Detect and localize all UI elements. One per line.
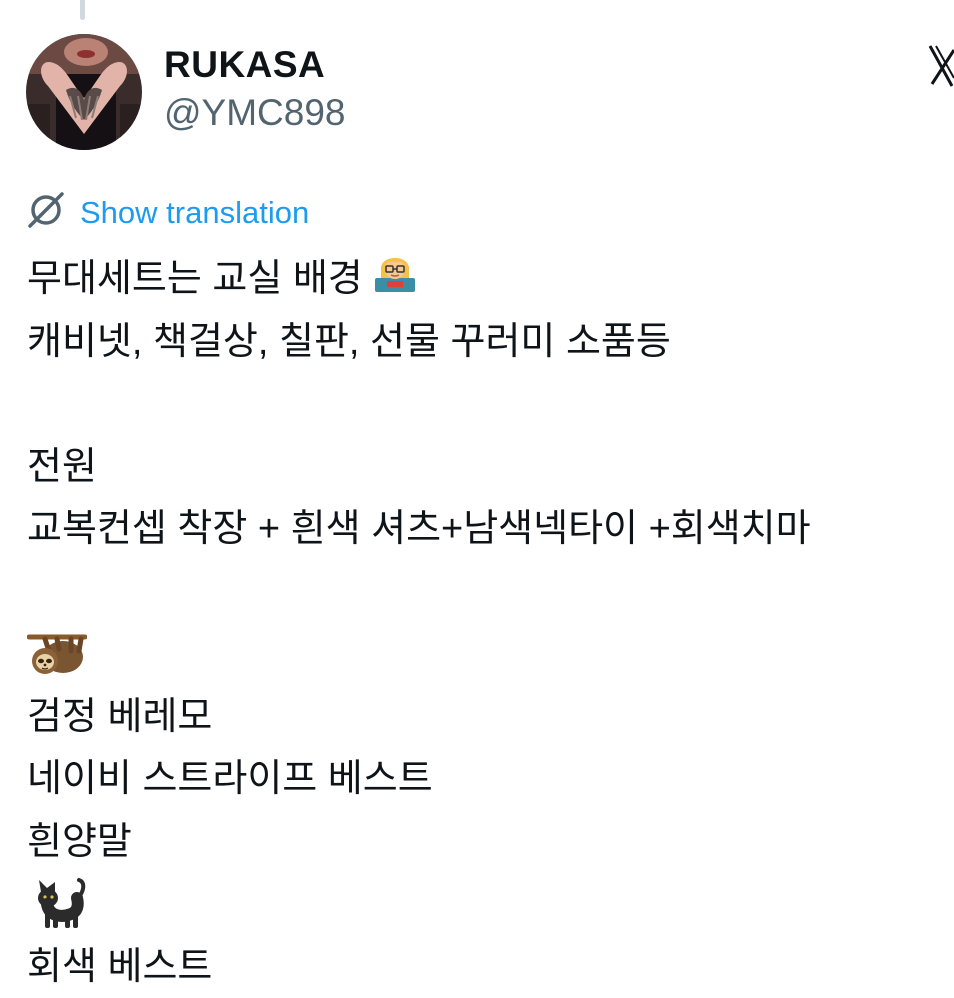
tweet-line: 검정 베레모 bbox=[27, 686, 942, 749]
black-cat-emoji-icon bbox=[27, 878, 87, 930]
tweet-line-blank bbox=[27, 561, 942, 624]
author-handle[interactable]: @YMC898 bbox=[164, 91, 346, 135]
tweet-line bbox=[27, 623, 942, 686]
tweet-line bbox=[27, 873, 942, 936]
author-display-name[interactable]: RUKASA bbox=[164, 43, 346, 87]
sloth-emoji-icon bbox=[27, 629, 87, 679]
tweet-line: 교복컨셉 착장 + 흰색 셔츠+남색넥타이 +회색치마 bbox=[27, 498, 942, 561]
tweet-line: 캐비넷, 책걸상, 칠판, 선물 꾸러미 소품등 bbox=[27, 311, 942, 374]
tweet-line-text: 교복컨셉 착장 + 흰색 셔츠+남색넥타이 +회색치마 bbox=[27, 498, 811, 561]
avatar[interactable] bbox=[26, 34, 142, 150]
thread-connector-line bbox=[80, 0, 85, 20]
tweet-line-text: 캐비넷, 책걸상, 칠판, 선물 꾸러미 소품등 bbox=[27, 311, 671, 374]
teacher-emoji-icon bbox=[373, 248, 417, 312]
tweet-line-text: 전원 bbox=[27, 436, 97, 499]
tweet-line-blank bbox=[27, 373, 942, 436]
tweet-header: RUKASA @YMC898 bbox=[26, 34, 346, 150]
tweet-line-text: 네이비 스트라이프 베스트 bbox=[27, 748, 433, 811]
show-translation-label[interactable]: Show translation bbox=[80, 193, 309, 233]
tweet-line-text: 무대세트는 교실 배경 bbox=[27, 248, 363, 311]
tweet-line: 무대세트는 교실 배경 bbox=[27, 248, 942, 311]
translate-globe-icon bbox=[26, 190, 66, 235]
tweet-line-text: 흰양말 bbox=[27, 811, 132, 874]
tweet-text: 무대세트는 교실 배경 캐비넷, 책걸상, 칠판, 선물 꾸러미 소품등 전원 … bbox=[27, 248, 942, 998]
tweet-line: 네이비 스트라이프 베스트 bbox=[27, 748, 942, 811]
avatar-photo bbox=[26, 34, 142, 150]
tweet-line: 흰양말 bbox=[27, 811, 942, 874]
tweet-line: 전원 bbox=[27, 436, 942, 499]
author-names: RUKASA @YMC898 bbox=[164, 43, 346, 135]
x-logo-icon[interactable] bbox=[928, 44, 954, 93]
show-translation-link[interactable]: Show translation bbox=[26, 190, 309, 235]
tweet-line-text: 검정 베레모 bbox=[27, 686, 212, 749]
